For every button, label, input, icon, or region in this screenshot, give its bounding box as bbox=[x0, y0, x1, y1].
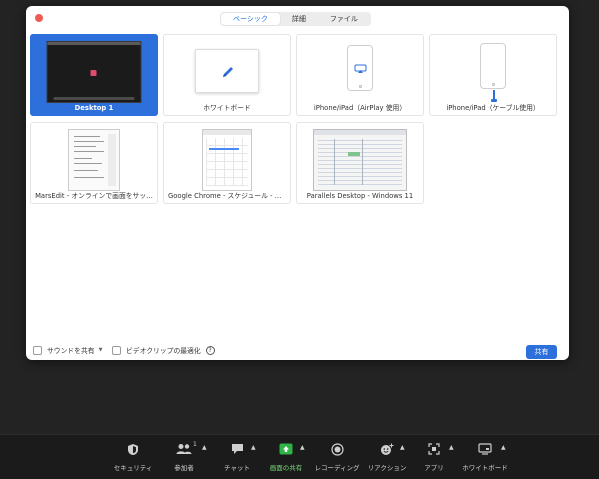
source-label: Google Chrome - スケジュール - Go... bbox=[168, 192, 290, 200]
source-label: Desktop 1 bbox=[74, 104, 114, 112]
source-iphone-airplay[interactable]: iPhone/iPad（AirPlay 使用） bbox=[296, 34, 424, 116]
chevron-up-icon[interactable]: ▲ bbox=[501, 444, 506, 451]
source-desktop-1[interactable]: Desktop 1 bbox=[30, 34, 158, 116]
checkbox[interactable] bbox=[112, 345, 121, 355]
whiteboard-icon bbox=[478, 443, 492, 455]
tab-basic[interactable]: ベーシック bbox=[221, 13, 280, 25]
source-label: iPhone/iPad（ケーブル使用） bbox=[446, 104, 540, 112]
source-label: Parallels Desktop - Windows 11 bbox=[306, 192, 414, 200]
source-window-marsedit[interactable]: MarsEdit - オンラインで画面をサッ… bbox=[30, 122, 158, 204]
window-thumbnail bbox=[68, 129, 120, 191]
chevron-up-icon[interactable]: ▲ bbox=[300, 444, 305, 451]
share-tabs: ベーシック 詳細 ファイル bbox=[220, 12, 371, 26]
optimize-video-label: ビデオクリップの最適化 bbox=[126, 347, 201, 355]
close-icon[interactable] bbox=[35, 14, 43, 22]
share-screen-icon bbox=[279, 443, 293, 455]
source-whiteboard[interactable]: ホワイトボード bbox=[163, 34, 291, 116]
source-label: ホワイトボード bbox=[203, 104, 251, 112]
whiteboard-label: ホワイトボード bbox=[462, 464, 508, 472]
chevron-up-icon[interactable]: ▲ bbox=[449, 444, 454, 451]
chevron-down-icon[interactable]: ▼ bbox=[99, 347, 103, 353]
participants-icon bbox=[176, 444, 192, 454]
window-thumbnail bbox=[202, 129, 252, 191]
tab-advanced[interactable]: 詳細 bbox=[280, 13, 318, 25]
checkbox[interactable] bbox=[33, 345, 42, 355]
whiteboard-button[interactable]: ホワイトボード bbox=[455, 439, 515, 472]
participants-label: 参加者 bbox=[174, 464, 194, 472]
share-sound-checkbox[interactable]: サウンドを共有 ▼ bbox=[33, 345, 102, 355]
whiteboard-icon bbox=[195, 49, 259, 93]
source-window-parallels[interactable]: Parallels Desktop - Windows 11 bbox=[296, 122, 424, 204]
chevron-up-icon[interactable]: ▲ bbox=[251, 444, 256, 451]
source-window-chrome[interactable]: Google Chrome - スケジュール - Go... bbox=[163, 122, 291, 204]
share-sound-label: サウンドを共有 bbox=[47, 347, 95, 355]
shield-icon bbox=[128, 443, 138, 455]
optimize-video-checkbox[interactable]: ビデオクリップの最適化 ? bbox=[112, 345, 215, 355]
share-screen-dialog: ベーシック 詳細 ファイル Desktop 1 ホワイトボード iPhone/i… bbox=[26, 6, 569, 360]
meeting-toolbar: セキュリティ 参加者 1 ▲ チャット ▲ 画面の共有 ▲ レコーディング リア… bbox=[0, 434, 599, 479]
window-thumbnail bbox=[313, 129, 407, 191]
dialog-footer: サウンドを共有 ▼ ビデオクリップの最適化 ? 共有 bbox=[26, 338, 569, 360]
desktop-thumbnail bbox=[46, 41, 142, 103]
source-label: iPhone/iPad（AirPlay 使用） bbox=[313, 104, 407, 112]
share-button[interactable]: 共有 bbox=[526, 345, 557, 359]
source-iphone-cable[interactable]: iPhone/iPad（ケーブル使用） bbox=[429, 34, 557, 116]
source-label: MarsEdit - オンラインで画面をサッ… bbox=[35, 192, 153, 200]
record-icon bbox=[330, 442, 344, 456]
airplay-icon bbox=[347, 45, 373, 91]
tab-files[interactable]: ファイル bbox=[318, 13, 370, 25]
help-icon[interactable]: ? bbox=[205, 345, 215, 355]
participant-count: 1 bbox=[193, 441, 197, 448]
chat-icon bbox=[231, 444, 243, 454]
cable-phone-icon bbox=[480, 43, 506, 102]
chevron-up-icon[interactable]: ▲ bbox=[202, 444, 207, 451]
apps-icon bbox=[428, 443, 440, 455]
reaction-icon bbox=[381, 443, 394, 455]
